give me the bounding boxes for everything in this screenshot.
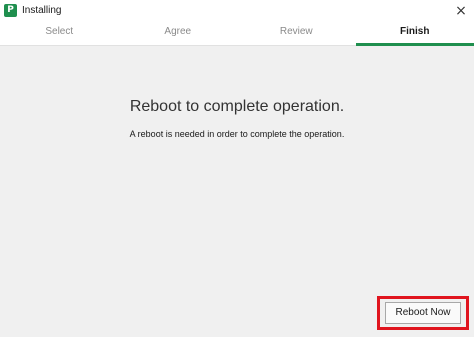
title-bar: P Installing × — [0, 0, 474, 22]
tab-review[interactable]: Review — [237, 22, 356, 46]
tab-agree[interactable]: Agree — [119, 22, 238, 46]
main-content — [0, 46, 474, 337]
installer-window: P Installing × Select Agree Review Finis… — [0, 0, 474, 337]
close-icon[interactable]: × — [448, 0, 474, 22]
page-heading: Reboot to complete operation. — [129, 98, 345, 115]
reboot-now-button[interactable]: Reboot Now — [385, 302, 461, 324]
page-message: A reboot is needed in order to complete … — [129, 129, 345, 139]
window-title: Installing — [22, 5, 62, 16]
tab-select[interactable]: Select — [0, 22, 119, 46]
app-logo-icon: P — [4, 4, 17, 17]
